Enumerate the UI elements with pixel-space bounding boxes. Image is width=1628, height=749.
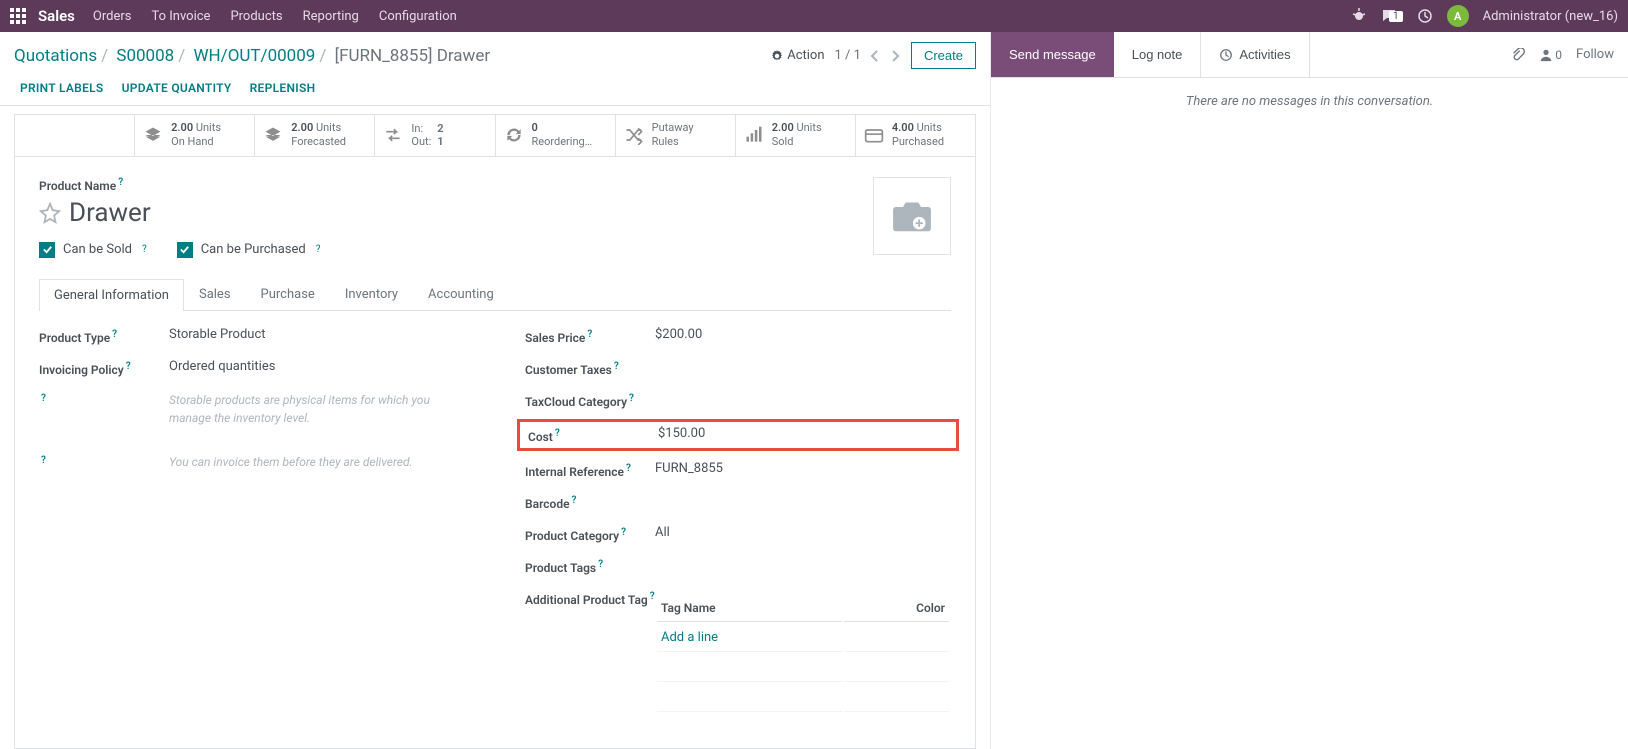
shuffle-icon <box>624 125 644 145</box>
apps-icon[interactable] <box>10 8 26 24</box>
boxes-icon <box>143 125 163 145</box>
crumb-delivery[interactable]: WH/OUT/00009 <box>193 46 315 66</box>
action-buttons: PRINT LABELS UPDATE QUANTITY REPLENISH <box>0 69 990 106</box>
followers-icon[interactable] <box>1539 48 1553 62</box>
statbox-forecast[interactable]: 2.00 UnitsForecasted <box>254 115 374 156</box>
activities-button[interactable]: Activities <box>1201 32 1309 77</box>
crumb-order[interactable]: S00008 <box>116 46 174 66</box>
statbox-sold[interactable]: 2.00 UnitsSold <box>735 115 855 156</box>
tabs: General Information Sales Purchase Inven… <box>39 278 951 311</box>
update-quantity-button[interactable]: UPDATE QUANTITY <box>122 81 232 95</box>
can-be-purchased-checkbox[interactable]: Can be Purchased? <box>177 242 321 258</box>
statbox-purchased[interactable]: 4.00 UnitsPurchased <box>855 115 975 156</box>
product-type-value[interactable]: Storable Product <box>169 327 465 342</box>
breadcrumb: Quotations/ S00008/ WH/OUT/00009/ [FURN_… <box>14 46 761 66</box>
category-value[interactable]: All <box>655 525 951 540</box>
top-navbar: Sales Orders To Invoice Products Reporti… <box>0 0 1628 32</box>
tab-general[interactable]: General Information <box>39 279 184 311</box>
crumb-quotations[interactable]: Quotations <box>14 46 97 66</box>
menu-configuration[interactable]: Configuration <box>379 9 457 24</box>
attachment-icon[interactable] <box>1511 48 1525 62</box>
page-prev-icon[interactable] <box>869 50 881 62</box>
product-name-label: Product Name? <box>39 179 123 193</box>
menu-to-invoice[interactable]: To Invoice <box>151 9 210 24</box>
sales-price-value[interactable]: $200.00 <box>655 327 951 342</box>
menu-orders[interactable]: Orders <box>93 9 132 24</box>
favorite-star-icon[interactable] <box>39 202 61 224</box>
cost-value[interactable]: $150.00 <box>658 426 948 441</box>
form-body: Product Name? Drawer Can be Sold? Can be… <box>14 157 976 749</box>
print-labels-button[interactable]: PRINT LABELS <box>20 81 104 95</box>
message-toolbar: Send message Log note Activities 0 Follo… <box>991 32 1628 78</box>
statbox-blank <box>15 115 134 156</box>
bars-icon <box>744 125 764 145</box>
follow-button[interactable]: Follow <box>1576 47 1614 62</box>
avatar[interactable]: A <box>1447 5 1469 27</box>
crumb-current: [FURN_8855] Drawer <box>335 46 491 66</box>
app-brand[interactable]: Sales <box>38 7 75 25</box>
hint-storable: Storable products are physical items for… <box>169 391 465 427</box>
bug-icon[interactable] <box>1351 8 1367 24</box>
stat-boxes: 2.00 UnitsOn Hand 2.00 UnitsForecasted I… <box>14 114 976 157</box>
internal-ref-value[interactable]: FURN_8855 <box>655 461 951 476</box>
menu-reporting[interactable]: Reporting <box>303 9 359 24</box>
top-menu: Orders To Invoice Products Reporting Con… <box>93 9 1351 24</box>
create-button[interactable]: Create <box>911 42 976 69</box>
clock-icon <box>1219 48 1233 62</box>
tab-sales[interactable]: Sales <box>184 278 246 310</box>
statbox-inout[interactable]: In:2Out:1 <box>374 115 494 156</box>
gear-icon <box>771 50 783 62</box>
replenish-button[interactable]: REPLENISH <box>250 81 316 95</box>
hint-invoice: You can invoice them before they are del… <box>169 453 413 471</box>
log-note-button[interactable]: Log note <box>1114 32 1202 77</box>
send-message-button[interactable]: Send message <box>991 32 1114 77</box>
username[interactable]: Administrator (new_16) <box>1483 9 1618 24</box>
transfer-icon <box>383 125 403 145</box>
card-icon <box>864 125 884 145</box>
tag-table: Tag NameColor Add a line <box>655 593 951 714</box>
messaging-panel: Send message Log note Activities 0 Follo… <box>990 32 1628 749</box>
fields-right: Sales Price? $200.00 Customer Taxes? Tax… <box>525 327 951 728</box>
statbox-reorder[interactable]: 0Reordering… <box>495 115 615 156</box>
pager: 1 / 1 <box>835 48 901 63</box>
pager-text: 1 / 1 <box>835 48 861 63</box>
no-messages-text: There are no messages in this conversati… <box>991 78 1628 125</box>
invoicing-policy-value[interactable]: Ordered quantities <box>169 359 465 374</box>
top-right: 1 A Administrator (new_16) <box>1351 5 1618 27</box>
fields-left: Product Type? Storable Product Invoicing… <box>39 327 465 728</box>
checkbox-checked-icon <box>39 242 55 258</box>
tab-inventory[interactable]: Inventory <box>330 278 413 310</box>
clock-icon[interactable] <box>1417 8 1433 24</box>
boxes-icon <box>263 125 283 145</box>
menu-products[interactable]: Products <box>230 9 282 24</box>
page-next-icon[interactable] <box>889 50 901 62</box>
follower-count: 0 <box>1555 48 1562 62</box>
cost-highlight: Cost? $150.00 <box>517 419 959 451</box>
action-dropdown[interactable]: Action <box>771 48 824 63</box>
camera-plus-icon <box>890 198 934 234</box>
product-image-placeholder[interactable] <box>873 177 951 255</box>
add-line-link[interactable]: Add a line <box>657 624 842 652</box>
statbox-onhand[interactable]: 2.00 UnitsOn Hand <box>134 115 254 156</box>
statbox-putaway[interactable]: PutawayRules <box>615 115 735 156</box>
tab-accounting[interactable]: Accounting <box>413 278 509 310</box>
control-row: Quotations/ S00008/ WH/OUT/00009/ [FURN_… <box>0 32 990 69</box>
messages-badge: 1 <box>1389 11 1403 22</box>
checkbox-checked-icon <box>177 242 193 258</box>
can-be-sold-checkbox[interactable]: Can be Sold? <box>39 242 147 258</box>
tab-purchase[interactable]: Purchase <box>246 278 330 310</box>
refresh-icon <box>504 125 524 145</box>
product-name[interactable]: Drawer <box>69 198 151 228</box>
